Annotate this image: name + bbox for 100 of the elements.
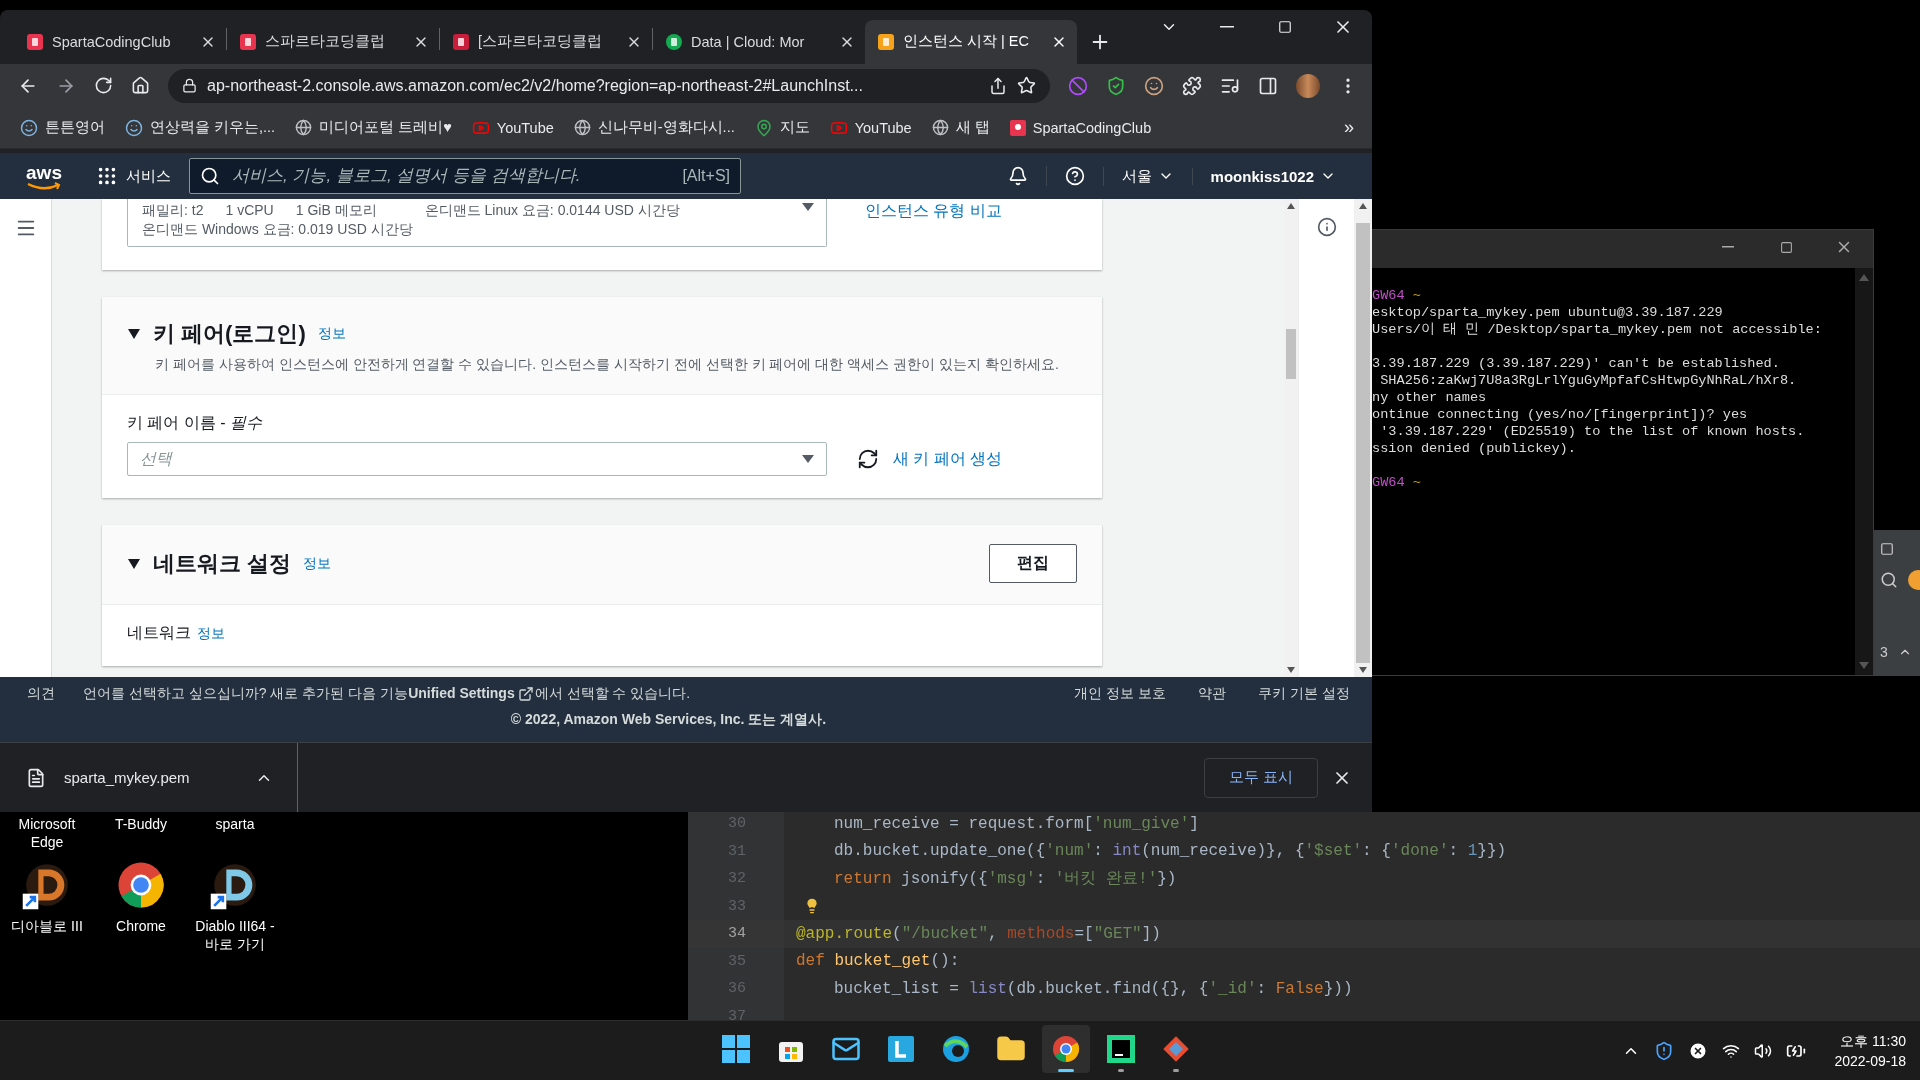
caret-icon[interactable] bbox=[127, 328, 141, 341]
app-icon[interactable] bbox=[886, 1034, 916, 1064]
section-description: 키 페어를 사용하여 인스턴스에 안전하게 연결할 수 있습니다. 인스턴스를 시작하기 전에 선택한 키 페어에 대한 액세스 권한이 있는지 확인하세요. bbox=[155, 355, 1060, 375]
close-circle-icon[interactable] bbox=[1688, 1041, 1709, 1061]
profile-avatar[interactable] bbox=[1296, 73, 1320, 98]
show-all-button[interactable]: 모두 표시 bbox=[1203, 757, 1318, 798]
maximize-icon bbox=[1278, 20, 1292, 34]
desktop-icon-label[interactable]: Diablo III64 - 바로 가기 bbox=[190, 917, 280, 953]
notifications-icon[interactable] bbox=[1007, 166, 1028, 187]
more-bookmarks-button[interactable]: » bbox=[1344, 117, 1354, 139]
desktop-icon-label[interactable]: 디아블로 III bbox=[2, 917, 92, 935]
maximize-icon[interactable] bbox=[1880, 542, 1894, 556]
browser-tab[interactable]: 인스턴스 시작 | EC bbox=[865, 19, 1077, 64]
reload-icon[interactable] bbox=[94, 76, 113, 96]
search-bar[interactable]: 서비스, 기능, 블로그, 설명서 등을 검색합니다. [Alt+S] bbox=[189, 158, 741, 195]
scroll-down-icon[interactable] bbox=[1359, 666, 1367, 673]
bookmark[interactable]: 지도 bbox=[754, 118, 810, 138]
footer-link[interactable]: 약관 bbox=[1198, 684, 1227, 703]
pycharm-icon[interactable] bbox=[1106, 1034, 1136, 1064]
shield-icon[interactable] bbox=[1654, 1041, 1675, 1061]
info-icon[interactable] bbox=[1316, 217, 1337, 238]
search-icon[interactable] bbox=[1880, 571, 1898, 589]
terminal-line: ny other names bbox=[1372, 389, 1488, 406]
volume-icon[interactable] bbox=[1754, 1042, 1773, 1060]
terminal-prompt: GW64 ~ bbox=[1372, 474, 1422, 491]
address-bar[interactable]: ap-northeast-2.console.aws.amazon.com/ec2/v2/home?region=ap-northeast-2#LaunchInst... bbox=[168, 68, 1050, 103]
terminal-line: ssion denied (publickey). bbox=[1372, 440, 1577, 457]
notice-text: 언어를 선택하고 싶으십니까? 새로 추가된 다음 기능Unified Settings bbox=[83, 684, 515, 703]
terminal-line: ontinue connecting (yes/no/[fingerprint])? yes bbox=[1372, 406, 1749, 423]
desktop-icon-label[interactable]: sparta bbox=[190, 815, 280, 833]
logo-text[interactable]: aws bbox=[26, 162, 62, 182]
desktop-icon-label[interactable]: Chrome bbox=[96, 917, 186, 935]
section-title: 키 페어(로그인) bbox=[153, 320, 306, 349]
field-label: 키 페어 이름 - 필수 bbox=[127, 413, 264, 434]
info-link[interactable]: 정보 bbox=[317, 325, 346, 344]
file-icon bbox=[26, 767, 46, 788]
feedback-link[interactable]: 의견 bbox=[27, 684, 55, 703]
browser-tab[interactable]: Data | Cloud: Mor bbox=[653, 19, 865, 64]
browser-tab[interactable]: [스파르타코딩클럽 bbox=[440, 19, 652, 64]
create-key-pair-link[interactable]: 새 키 페어 생성 bbox=[893, 448, 1003, 470]
scroll-thumb[interactable] bbox=[1356, 223, 1370, 664]
home-icon[interactable] bbox=[131, 76, 150, 96]
bookmark-star-icon[interactable] bbox=[1017, 76, 1036, 96]
code-line: @app.route("/bucket", methods=["GET"]) bbox=[796, 924, 1161, 943]
globe-icon bbox=[295, 119, 313, 137]
browser-tab[interactable]: SpartaCodingClub bbox=[14, 19, 226, 64]
site-icon bbox=[26, 32, 44, 51]
shield-icon[interactable] bbox=[1106, 75, 1126, 96]
desktop-icon-label[interactable]: Microsoft Edge bbox=[2, 815, 92, 851]
search-field[interactable]: 서비스, 기능, 블로그, 설명서 등을 검색합니다. bbox=[230, 165, 673, 188]
region-menu[interactable]: 서울 bbox=[1102, 166, 1192, 186]
compare-link[interactable]: 인스턴스 유형 비교 bbox=[865, 201, 1002, 223]
scroll-up-icon[interactable] bbox=[1359, 203, 1367, 210]
code-line: def bucket_get(): bbox=[796, 952, 960, 971]
bookmark[interactable]: YouTube bbox=[471, 118, 554, 137]
scroll-down-icon[interactable] bbox=[1287, 666, 1295, 673]
lightbulb-icon[interactable] bbox=[804, 898, 820, 915]
bookmark[interactable]: 튼튼영어 bbox=[20, 118, 105, 138]
spec-text: 패밀리: t2 bbox=[142, 201, 204, 221]
bookmark[interactable]: 미디어포털 트레비♥ bbox=[295, 118, 452, 138]
caret-icon[interactable] bbox=[127, 557, 141, 570]
extensions-icon[interactable] bbox=[1182, 75, 1202, 96]
browser-icon[interactable] bbox=[941, 1034, 971, 1064]
mascot-icon bbox=[125, 118, 143, 137]
browser-tab[interactable]: 스파르타코딩클럽 bbox=[227, 19, 439, 64]
account-menu[interactable]: moonkiss1022 bbox=[1191, 167, 1354, 185]
share-icon[interactable] bbox=[989, 76, 1007, 95]
services-menu[interactable]: 서비스 bbox=[96, 165, 171, 188]
site-icon bbox=[239, 32, 257, 51]
terminal-prompt: GW64 ~ bbox=[1372, 287, 1422, 304]
extension-icon[interactable] bbox=[1144, 75, 1164, 96]
info-link[interactable]: 정보 bbox=[303, 554, 332, 573]
bookmark[interactable]: YouTube bbox=[829, 118, 912, 137]
download-item[interactable]: sparta_mykey.pem bbox=[26, 743, 298, 812]
scroll-up-icon[interactable] bbox=[1287, 203, 1295, 210]
desktop-icon-label[interactable]: T-Buddy bbox=[96, 815, 186, 833]
site-icon bbox=[877, 32, 895, 51]
code-line: return jsonify({'msg': '버킷 완료!'}) bbox=[834, 869, 1177, 890]
footer-link[interactable]: 쿠키 기본 설정 bbox=[1258, 684, 1350, 703]
bookmark[interactable]: SpartaCodingClub bbox=[1009, 119, 1152, 136]
bookmark[interactable]: 연상력을 키우는,... bbox=[125, 118, 276, 138]
caret-icon bbox=[802, 203, 814, 212]
start-icon[interactable] bbox=[721, 1034, 751, 1064]
scroll-thumb[interactable] bbox=[1286, 329, 1296, 380]
terminal-line: SHA256:zaKwj7U8a3RgLrlYguGyMpfafCsHtwpGyNhRaL/hXr8. bbox=[1379, 372, 1798, 389]
chrome-icon[interactable] bbox=[1051, 1034, 1081, 1064]
info-link[interactable]: 정보 bbox=[197, 624, 225, 643]
notice-text: 에서 선택할 수 있습니다. bbox=[534, 684, 691, 703]
side-panel-icon[interactable] bbox=[1258, 75, 1278, 96]
edit-button[interactable]: 편집 bbox=[989, 544, 1077, 584]
instance-type-select[interactable]: 패밀리: t2 1 vCPU 1 GiB 메모리 온디맨드 Linux 요금: 0.0144 USD 시간당 온디맨드 Windows 요금: 0.019 USD 시간당 bbox=[127, 199, 827, 248]
clock[interactable]: 오후 11:30 2022-09-18 bbox=[1834, 1031, 1906, 1071]
wifi-icon[interactable] bbox=[1722, 1042, 1741, 1060]
extension-icon[interactable] bbox=[1068, 75, 1088, 96]
footer-link[interactable]: 개인 정보 보호 bbox=[1074, 684, 1167, 703]
bookmark[interactable]: 신나무비-영화다시... bbox=[573, 118, 735, 138]
bookmark[interactable]: 새 탭 bbox=[931, 118, 990, 138]
help-icon[interactable] bbox=[1064, 166, 1085, 187]
globe-icon bbox=[931, 119, 949, 137]
refresh-icon[interactable] bbox=[857, 448, 879, 471]
